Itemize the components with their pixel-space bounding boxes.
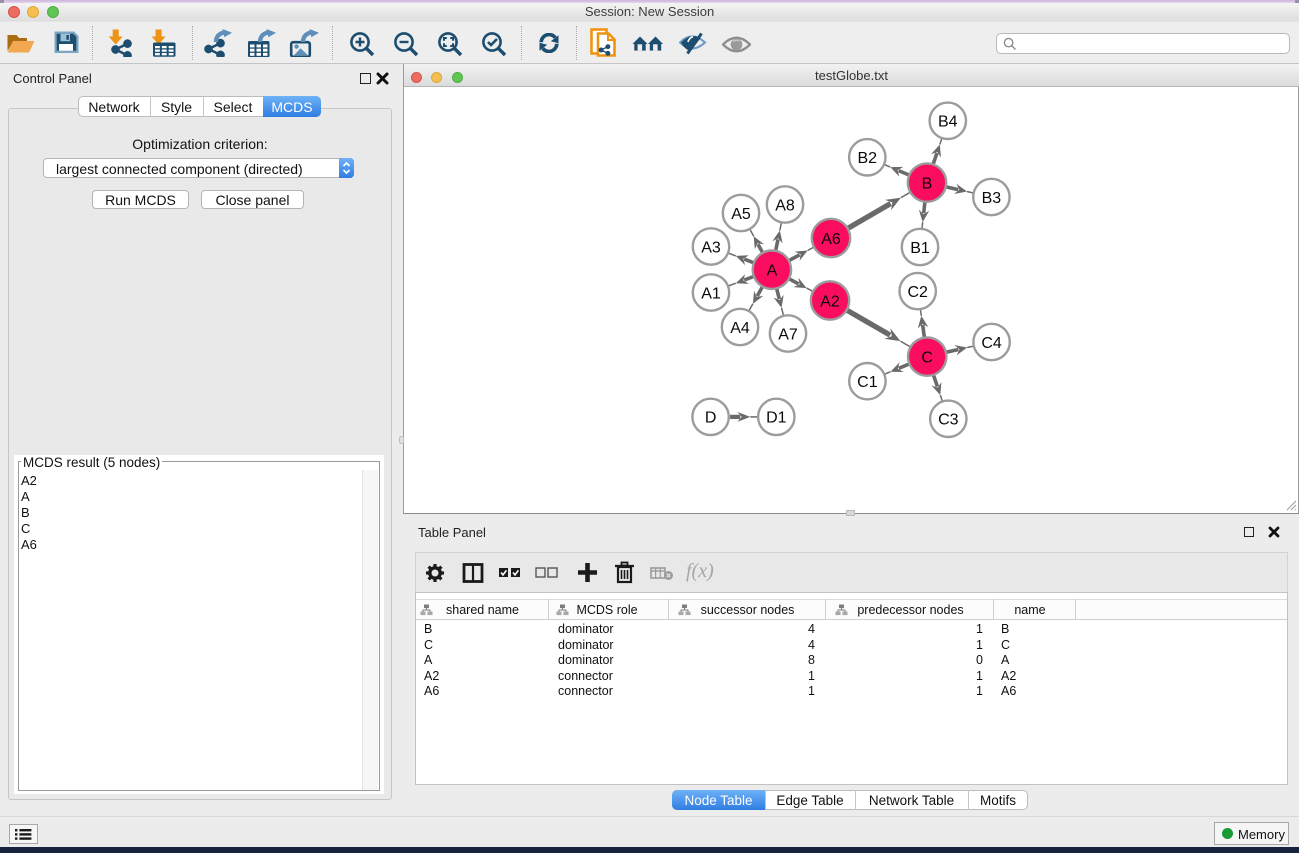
svg-text:C2: C2 — [907, 284, 928, 301]
svg-text:C3: C3 — [938, 412, 959, 429]
svg-text:A5: A5 — [731, 206, 751, 223]
svg-text:B2: B2 — [858, 150, 878, 167]
svg-text:A8: A8 — [775, 197, 795, 214]
svg-text:B: B — [922, 175, 933, 192]
svg-text:A1: A1 — [701, 285, 721, 302]
svg-text:A3: A3 — [701, 239, 721, 256]
svg-text:C4: C4 — [981, 335, 1002, 352]
svg-text:B3: B3 — [982, 190, 1002, 207]
svg-text:A4: A4 — [730, 320, 750, 337]
svg-text:C: C — [921, 349, 933, 366]
svg-text:A6: A6 — [821, 231, 841, 248]
svg-text:D1: D1 — [766, 410, 787, 427]
svg-text:A: A — [767, 263, 778, 280]
svg-text:B4: B4 — [938, 114, 958, 131]
svg-text:C1: C1 — [857, 374, 878, 391]
svg-text:D: D — [705, 410, 717, 427]
svg-text:B1: B1 — [910, 240, 930, 257]
svg-text:A2: A2 — [820, 293, 840, 310]
svg-text:A7: A7 — [778, 326, 798, 343]
